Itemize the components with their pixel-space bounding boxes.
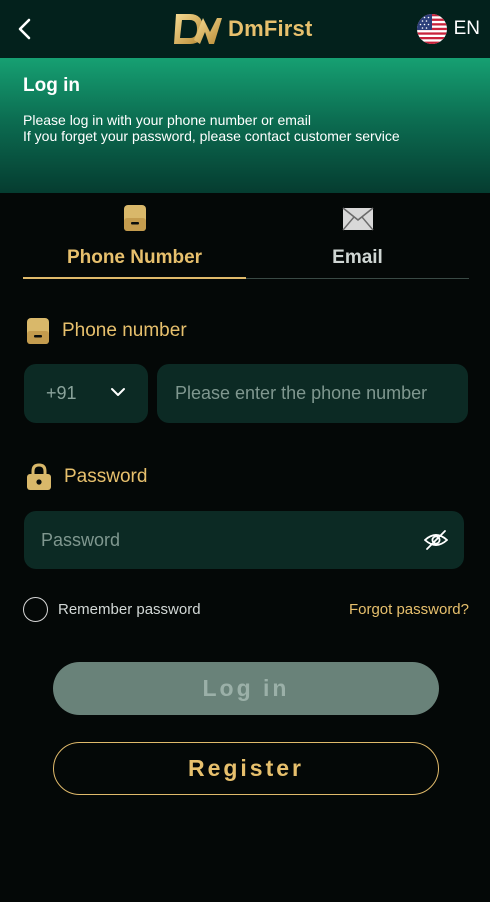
country-code-value: +91	[46, 383, 77, 403]
envelope-icon	[341, 207, 374, 231]
phone-icon	[123, 205, 146, 231]
top-bar: DmFirst EN	[0, 0, 490, 58]
password-field	[24, 511, 464, 569]
tab-phone-number-label: Phone Number	[66, 247, 203, 268]
password-input[interactable]	[24, 511, 414, 569]
language-selector[interactable]: EN	[416, 14, 480, 44]
tab-phone-number[interactable]: Phone Number	[23, 193, 246, 279]
brand-logo: DmFirst	[170, 10, 313, 48]
language-code: EN	[453, 18, 480, 39]
back-arrow-icon	[18, 18, 31, 40]
page-title: Log in	[23, 75, 80, 96]
banner-instruction: Please log in with your phone number or …	[23, 112, 311, 128]
phone-number-label-text: Phone number	[62, 320, 187, 341]
chevron-down-icon	[111, 388, 125, 396]
lock-icon	[27, 463, 51, 490]
country-code-select[interactable]: +91	[24, 364, 148, 423]
brand-name: DmFirst	[228, 16, 313, 41]
password-label-text: Password	[64, 466, 148, 487]
banner-help-text: If you forget your password, please cont…	[23, 128, 400, 144]
dm-logo-icon	[174, 14, 222, 44]
tab-email-label: Email	[332, 247, 383, 268]
login-banner: Log in Please log in with your phone num…	[0, 58, 490, 193]
back-button[interactable]	[14, 15, 38, 43]
us-flag-icon	[416, 14, 447, 44]
phone-icon	[27, 318, 49, 344]
login-button[interactable]: Log in	[53, 662, 439, 715]
phone-number-label: Phone number	[26, 317, 187, 345]
forgot-password-link[interactable]: Forgot password?	[349, 601, 469, 618]
phone-number-input[interactable]	[157, 364, 468, 423]
login-method-tabs: Phone Number Email	[23, 193, 469, 279]
password-label: Password	[26, 463, 147, 491]
remember-password-radio[interactable]	[23, 597, 48, 622]
eye-off-icon[interactable]	[424, 528, 448, 552]
remember-password-label: Remember password	[58, 601, 201, 618]
tab-email[interactable]: Email	[246, 193, 469, 279]
register-button[interactable]: Register	[53, 742, 439, 795]
remember-password-toggle[interactable]: Remember password	[23, 597, 201, 622]
